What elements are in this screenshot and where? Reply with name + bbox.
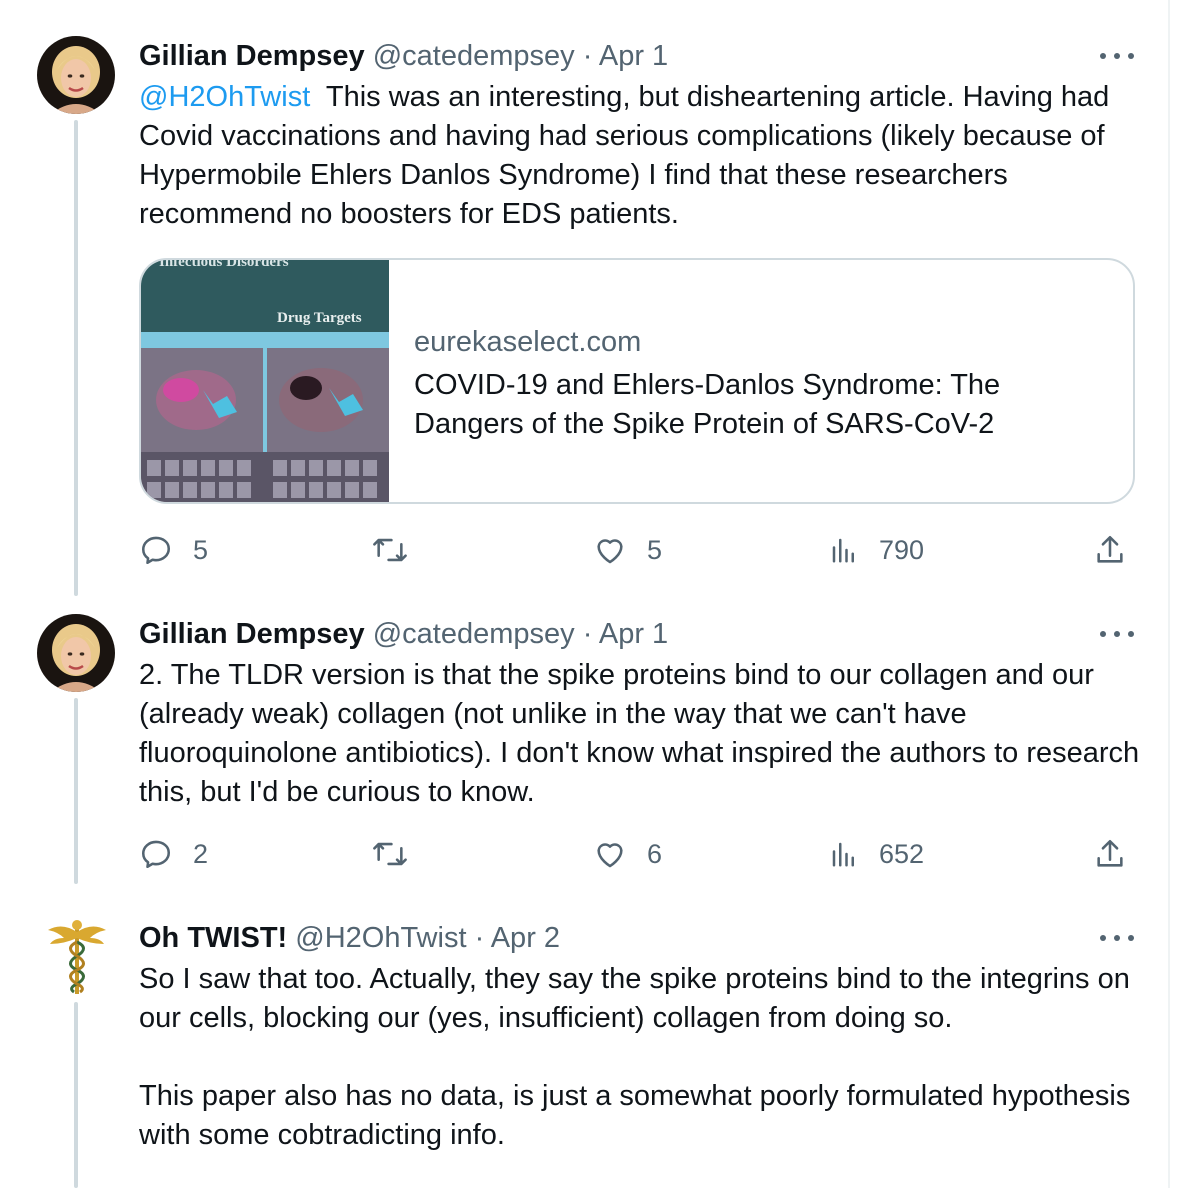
- tweet-1[interactable]: Gillian Dempsey @catedempsey · Apr 1 @H2…: [0, 36, 1168, 596]
- user-handle[interactable]: @H2OhTwist: [295, 922, 466, 954]
- share-icon: [1097, 839, 1123, 867]
- display-name[interactable]: Gillian Dempsey: [139, 618, 365, 650]
- views-count: 652: [879, 838, 925, 869]
- retweet-icon: [373, 842, 407, 866]
- tweet-date[interactable]: Apr 2: [491, 922, 560, 954]
- link-card[interactable]: Infectious Disorders Drug Targets eureka…: [139, 258, 1135, 504]
- tweet-date[interactable]: Apr 1: [599, 40, 668, 72]
- display-name[interactable]: Gillian Dempsey: [139, 40, 365, 72]
- tweet-header: Gillian Dempsey @catedempsey · Apr 1: [139, 36, 668, 76]
- avatar[interactable]: [37, 36, 115, 114]
- user-handle[interactable]: @catedempsey: [373, 618, 575, 650]
- reply-button[interactable]: 5: [139, 530, 208, 570]
- reply-count: 2: [193, 838, 209, 869]
- tweet-date[interactable]: Apr 1: [599, 618, 668, 650]
- thread-line: [74, 120, 78, 596]
- like-button[interactable]: 5: [593, 530, 662, 570]
- separator: ·: [582, 618, 593, 650]
- mention-link[interactable]: @H2OhTwist: [139, 81, 310, 113]
- tweet-actions: 5 5 790: [139, 530, 1139, 570]
- retweet-button[interactable]: [371, 530, 409, 570]
- retweet-icon: [373, 538, 407, 562]
- reply-icon: [141, 536, 171, 565]
- caduceus-icon: [48, 920, 106, 994]
- retweet-button[interactable]: [371, 834, 409, 874]
- tweet-text: 2. The TLDR version is that the spike pr…: [139, 659, 1148, 808]
- tweet-text: So I saw that too. Actually, they say th…: [139, 963, 1131, 1151]
- avatar[interactable]: [37, 614, 115, 692]
- views-count: 790: [879, 534, 925, 565]
- more-icon[interactable]: [1100, 622, 1134, 646]
- views-button[interactable]: 652: [829, 834, 924, 874]
- separator: ·: [474, 922, 485, 954]
- card-title: COVID-19 and Ehlers-Danlos Syndrome: The…: [414, 369, 1001, 440]
- thread-line: [74, 698, 78, 884]
- tweet-header: Oh TWIST! @H2OhTwist · Apr 2: [139, 918, 560, 958]
- reply-button[interactable]: 2: [139, 834, 208, 874]
- like-button[interactable]: 6: [593, 834, 662, 874]
- reply-icon: [141, 840, 171, 869]
- like-icon: [597, 539, 623, 564]
- tweet-2[interactable]: Gillian Dempsey @catedempsey · Apr 1 2. …: [0, 614, 1168, 884]
- tweet-text: @H2OhTwist This was an interesting, but …: [139, 78, 1149, 234]
- user-handle[interactable]: @catedempsey: [373, 40, 575, 72]
- views-button[interactable]: 790: [829, 530, 924, 570]
- avatar[interactable]: [44, 918, 110, 996]
- like-count: 6: [647, 838, 663, 869]
- tweet-header: Gillian Dempsey @catedempsey · Apr 1: [139, 614, 668, 654]
- reply-count: 5: [193, 534, 209, 565]
- like-count: 5: [647, 534, 663, 565]
- article-thumbnail: Infectious Disorders Drug Targets: [141, 260, 389, 502]
- display-name[interactable]: Oh TWIST!: [139, 922, 287, 954]
- timeline-border: [1168, 0, 1170, 1188]
- more-icon[interactable]: [1100, 44, 1134, 68]
- views-icon: [832, 538, 854, 563]
- more-icon[interactable]: [1100, 926, 1134, 950]
- tweet-actions: 2 6 652: [139, 834, 1139, 874]
- separator: ·: [582, 40, 593, 72]
- thread-line: [74, 1002, 78, 1188]
- thumbnail-header-text: Infectious Disorders: [159, 260, 289, 270]
- share-button[interactable]: [1093, 834, 1127, 874]
- thumbnail-subtitle-text: Drug Targets: [277, 310, 362, 326]
- share-icon: [1097, 535, 1123, 563]
- like-icon: [597, 843, 623, 868]
- card-domain: eurekaselect.com: [414, 326, 642, 358]
- views-icon: [832, 842, 854, 867]
- tweet-3[interactable]: Oh TWIST! @H2OhTwist · Apr 2 So I saw th…: [0, 918, 1168, 1188]
- share-button[interactable]: [1093, 530, 1127, 570]
